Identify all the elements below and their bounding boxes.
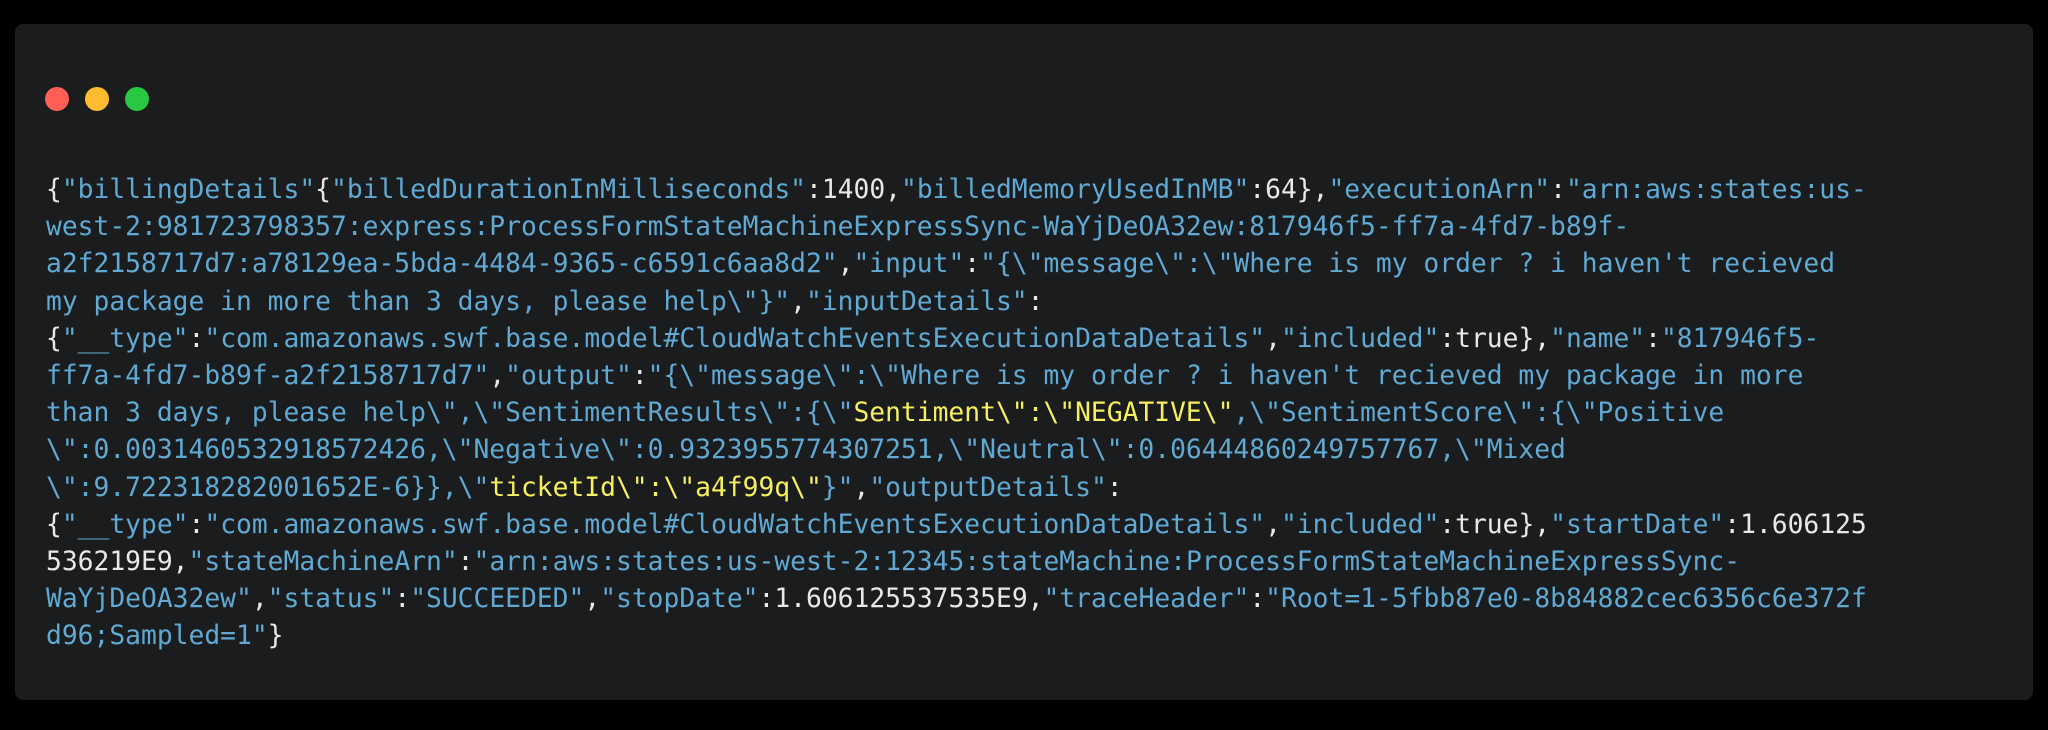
code-token: : (631, 361, 648, 392)
code-token: "included" (1280, 323, 1440, 354)
code-token: "output" (505, 361, 632, 392)
code-token: { (46, 175, 62, 205)
code-token: { (315, 175, 332, 205)
code-token: }" (821, 472, 854, 503)
code-line: d96;Sampled=1"} (46, 618, 2036, 655)
code-token: "817946f5- (1660, 323, 1820, 354)
code-token: :1.606125 (1724, 509, 1867, 540)
minimize-icon[interactable] (85, 87, 109, 111)
code-token: : (457, 547, 474, 578)
code-line: west-2:981723798357:express:ProcessFormS… (46, 209, 2036, 246)
code-token: "com.amazonaws.swf.base.model#CloudWatch… (204, 509, 1266, 540)
code-token: , (1265, 509, 1281, 540)
code-token: "input" (853, 249, 965, 280)
code-token: "stateMachineArn" (188, 547, 458, 578)
code-line: {"billingDetails"{"billedDurationInMilli… (46, 172, 2036, 209)
close-icon[interactable] (45, 87, 69, 111)
code-token: : (1645, 323, 1661, 354)
code-token: ticketId\":\"a4f99q\" (489, 472, 822, 503)
code-token: } (267, 621, 284, 652)
code-token: d96;Sampled=1" (46, 621, 268, 652)
json-code-block: {"billingDetails"{"billedDurationInMilli… (46, 172, 2036, 656)
code-line: {"__type":"com.amazonaws.swf.base.model#… (46, 507, 2036, 544)
code-token: , (251, 584, 268, 615)
maximize-icon[interactable] (125, 87, 149, 111)
code-token: ff7a-4fd7-b89f-a2f2158717d7" (46, 361, 490, 392)
code-token: :true}, (1439, 323, 1551, 354)
code-token: "outputDetails" (869, 472, 1107, 503)
code-line: {"__type":"com.amazonaws.swf.base.model#… (46, 321, 2036, 358)
code-token: "arn:aws:states:us-west-2:12345:stateMac… (473, 547, 1741, 578)
code-token: : (1106, 472, 1123, 503)
code-token: "billingDetails" (61, 175, 316, 205)
code-token: :64}, (1249, 175, 1329, 205)
code-line: my package in more than 3 days, please h… (46, 284, 2036, 321)
code-token: : (1550, 175, 1566, 205)
code-token: : (1249, 584, 1266, 615)
code-token: my package in more than 3 days, please h… (46, 286, 791, 317)
code-line: \":0.0031460532918572426,\"Negative\":0.… (46, 432, 2036, 469)
code-token: : (188, 323, 205, 354)
code-token: "{\"message\":\"Where is my order ? i ha… (647, 361, 1804, 392)
code-token: "SUCCEEDED" (410, 584, 585, 615)
code-token: "stopDate" (600, 584, 759, 615)
code-token: { (46, 323, 62, 354)
code-token: : (1027, 286, 1044, 317)
code-line: than 3 days, please help\",\"SentimentRe… (46, 395, 2036, 432)
code-token: , (853, 472, 870, 503)
code-token: , (790, 286, 806, 317)
code-token: \":0.0031460532918572426,\"Negative\":0.… (46, 435, 1566, 466)
code-token: "com.amazonaws.swf.base.model#CloudWatch… (204, 323, 1266, 354)
code-token: "status" (267, 584, 395, 615)
code-token: ,\"SentimentScore\":{\"Positive (1233, 398, 1725, 429)
code-token: : (394, 584, 411, 615)
code-token: \":9.722318282001652E-6}},\" (46, 472, 490, 503)
code-line: WaYjDeOA32ew","status":"SUCCEEDED","stop… (46, 581, 2036, 618)
code-token: "included" (1280, 509, 1440, 540)
code-token: than 3 days, please help\",\"SentimentRe… (46, 398, 854, 429)
code-token: "Root=1-5fbb87e0-8b84882cec6356c6e372f (1265, 584, 1867, 615)
code-token: 536219E9, (46, 547, 189, 578)
code-token: "{\"message\":\"Where is my order ? i ha… (980, 249, 1836, 280)
code-token: , (489, 361, 506, 392)
code-token: "__type" (61, 509, 189, 540)
code-token: a2f2158717d7:a78129ea-5bda-4484-9365-c65… (46, 249, 838, 280)
code-token: , (584, 584, 601, 615)
code-token: :1.606125537535E9, (758, 584, 1044, 615)
code-token: "__type" (61, 323, 189, 354)
code-token: WaYjDeOA32ew" (46, 584, 252, 615)
code-token: , (837, 249, 854, 280)
code-token: "traceHeader" (1043, 584, 1250, 615)
code-line: a2f2158717d7:a78129ea-5bda-4484-9365-c65… (46, 246, 2036, 283)
code-token: { (46, 509, 62, 540)
code-line: ff7a-4fd7-b89f-a2f2158717d7","output":"{… (46, 358, 2036, 395)
code-token: "billedDurationInMilliseconds" (331, 175, 806, 205)
code-token: : (188, 509, 205, 540)
code-token: west-2:981723798357:express:ProcessFormS… (46, 212, 1630, 243)
code-token: :true}, (1439, 509, 1551, 540)
code-line: \":9.722318282001652E-6}},\"ticketId\":\… (46, 470, 2036, 507)
code-line: 536219E9,"stateMachineArn":"arn:aws:stat… (46, 544, 2036, 581)
code-token: "billedMemoryUsedInMB" (900, 175, 1250, 205)
code-token: "inputDetails" (805, 286, 1028, 317)
code-token: "startDate" (1550, 509, 1725, 540)
code-token: , (1265, 323, 1281, 354)
code-token: Sentiment\":\"NEGATIVE\" (853, 398, 1234, 429)
code-token: : (964, 249, 981, 280)
code-token: "executionArn" (1328, 175, 1551, 205)
code-token: "arn:aws:states:us- (1565, 175, 1867, 205)
code-token: "name" (1550, 323, 1646, 354)
code-token: :1400, (805, 175, 901, 205)
